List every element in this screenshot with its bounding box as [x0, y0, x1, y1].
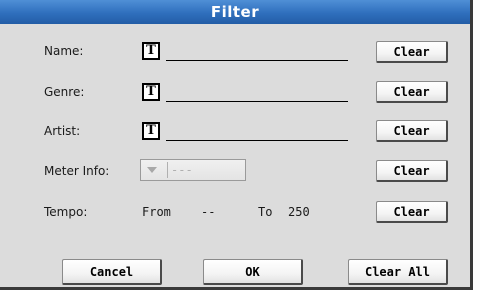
- name-label: Name:: [44, 44, 84, 58]
- genre-clear-button[interactable]: Clear: [376, 81, 448, 103]
- artist-clear-button[interactable]: Clear: [376, 120, 448, 142]
- meter-info-dropdown[interactable]: ---: [140, 159, 246, 181]
- genre-field[interactable]: [166, 101, 348, 102]
- tempo-to-label: To: [258, 205, 273, 219]
- genre-label: Genre:: [44, 85, 85, 99]
- tempo-from-value[interactable]: --: [201, 205, 215, 219]
- meter-info-clear-button[interactable]: Clear: [376, 160, 448, 182]
- dialog-title: Filter: [0, 0, 470, 24]
- meter-info-value: ---: [171, 163, 193, 177]
- artist-label: Artist:: [44, 124, 81, 138]
- filter-dialog: Filter Name: T Clear Genre: T Clear Arti…: [0, 0, 473, 290]
- name-text-edit-icon[interactable]: T: [142, 42, 160, 60]
- meter-info-label: Meter Info:: [44, 164, 110, 178]
- name-clear-button[interactable]: Clear: [376, 41, 448, 63]
- tempo-label: Tempo:: [44, 205, 88, 219]
- tempo-clear-button[interactable]: Clear: [376, 201, 448, 223]
- cancel-button[interactable]: Cancel: [62, 259, 162, 285]
- artist-field[interactable]: [166, 140, 348, 141]
- dropdown-arrow-icon: [147, 167, 157, 173]
- name-field[interactable]: [166, 60, 348, 61]
- genre-text-edit-icon[interactable]: T: [142, 83, 160, 101]
- clear-all-button[interactable]: Clear All: [348, 259, 448, 285]
- tempo-to-value[interactable]: 250: [288, 205, 310, 219]
- artist-text-edit-icon[interactable]: T: [142, 122, 160, 140]
- ok-button[interactable]: OK: [203, 259, 303, 285]
- dropdown-separator: [167, 162, 168, 178]
- tempo-from-label: From: [142, 205, 171, 219]
